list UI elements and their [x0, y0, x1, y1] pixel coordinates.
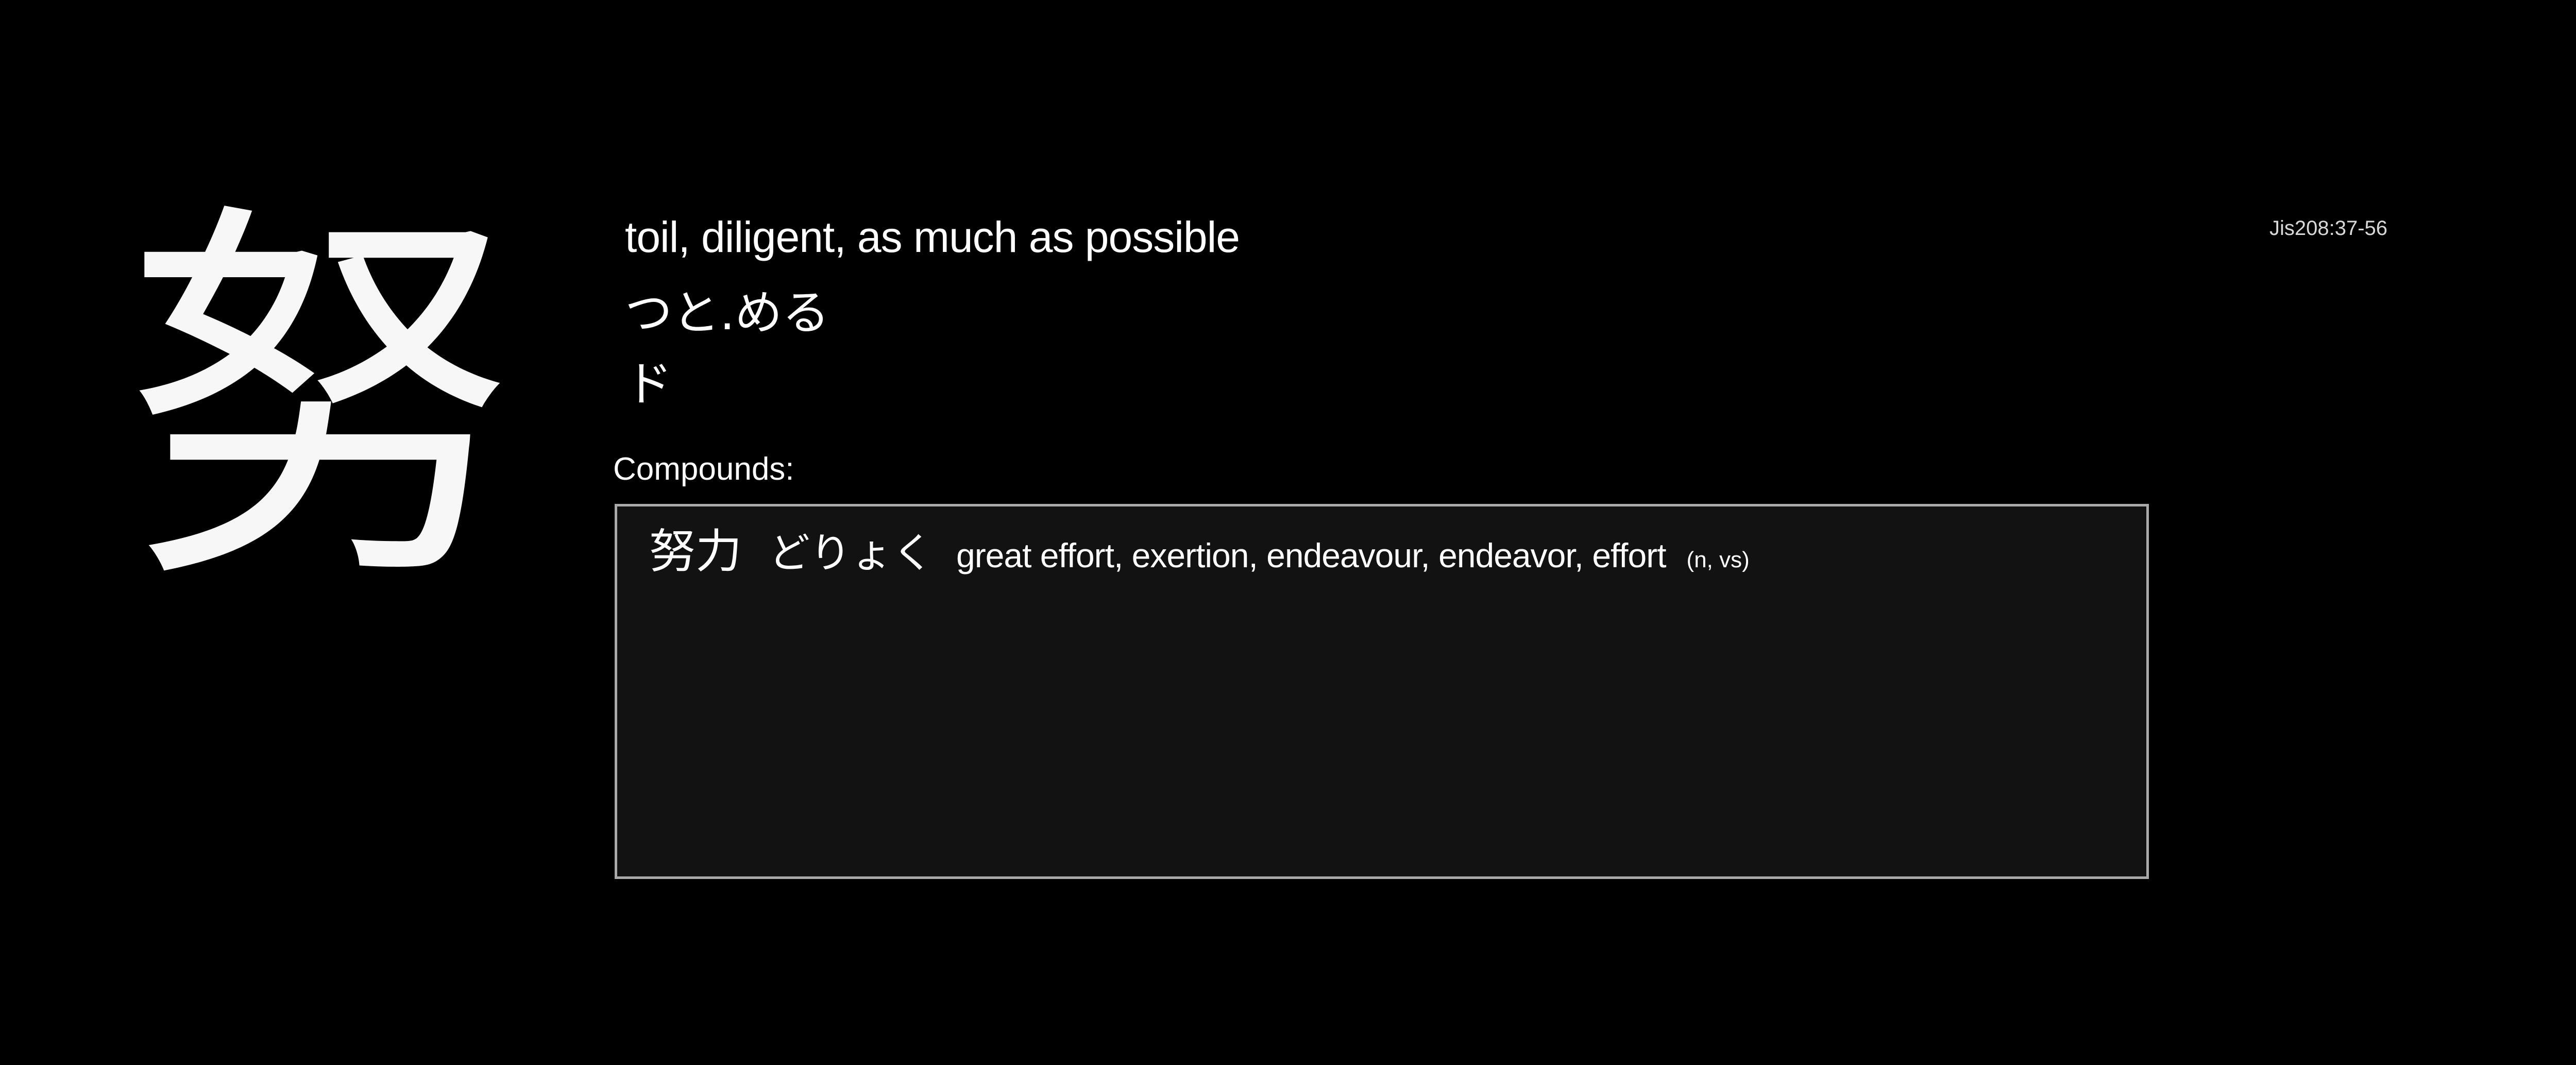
kanji-card: 努 toil, diligent, as much as possible つと…: [0, 0, 2576, 1065]
kanji-character: 努: [124, 174, 515, 630]
compounds-label: Compounds:: [613, 451, 794, 487]
compound-reading: どりょく: [769, 529, 934, 577]
compound-word: 努力: [649, 525, 742, 579]
compound-part-of-speech: (n, vs): [1686, 547, 1750, 572]
jis-code: Jis208:37-56: [2269, 217, 2388, 240]
kanji-meaning: toil, diligent, as much as possible: [625, 213, 1240, 261]
on-reading: ド: [625, 357, 673, 412]
compound-gloss: great effort, exertion, endeavour, endea…: [956, 536, 1667, 574]
compound-item: 努力 どりょく great effort, exertion, endeavou…: [649, 521, 1750, 591]
kun-reading: つと.める: [625, 285, 830, 341]
compounds-list: 努力 どりょく great effort, exertion, endeavou…: [615, 504, 2149, 879]
